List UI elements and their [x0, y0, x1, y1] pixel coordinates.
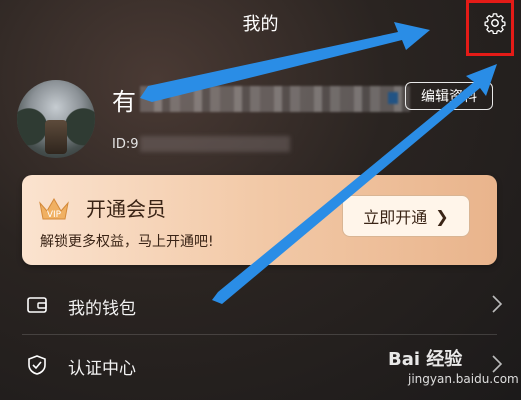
page-title: 我的 [242, 14, 279, 35]
username: 有 [112, 88, 136, 116]
vip-card[interactable]: VIP 开通会员 解锁更多权益，马上开通吧! 立即开通 ❯ [22, 175, 497, 265]
vip-open-label: 立即开通 [363, 208, 428, 227]
vip-crown-icon: VIP [39, 198, 69, 220]
avatar[interactable] [17, 80, 95, 158]
profile-section: 有 ID:9 编辑资料 [0, 70, 521, 170]
vip-open-button[interactable]: 立即开通 ❯ [342, 195, 470, 237]
chevron-right-icon [492, 295, 503, 313]
top-bar: 我的 [0, 0, 521, 56]
menu-divider [22, 334, 497, 335]
menu-item-wallet[interactable]: 我的钱包 [0, 278, 521, 334]
settings-highlight-box [466, 0, 514, 56]
vip-badge-text: VIP [47, 210, 62, 220]
wallet-icon [27, 297, 47, 313]
avatar-figure [45, 120, 67, 154]
user-id: ID:9 [112, 137, 139, 152]
baidu-watermark: Bai 经验 jingyan.baidu.com [388, 345, 519, 395]
watermark-brand: Bai 经验 [388, 349, 463, 370]
mosaic-blue-pixel [388, 92, 398, 104]
watermark-url: jingyan.baidu.com [408, 372, 519, 386]
vip-subtitle: 解锁更多权益，马上开通吧! [40, 234, 214, 250]
shield-check-icon [28, 355, 46, 375]
vip-title: 开通会员 [86, 197, 166, 221]
chevron-right-icon: ❯ [435, 206, 449, 226]
menu-label-verification: 认证中心 [68, 359, 136, 379]
user-id-mosaic [140, 136, 290, 152]
username-mosaic [140, 86, 410, 112]
edit-profile-button[interactable]: 编辑资料 [405, 82, 493, 110]
menu-label-wallet: 我的钱包 [68, 299, 136, 319]
